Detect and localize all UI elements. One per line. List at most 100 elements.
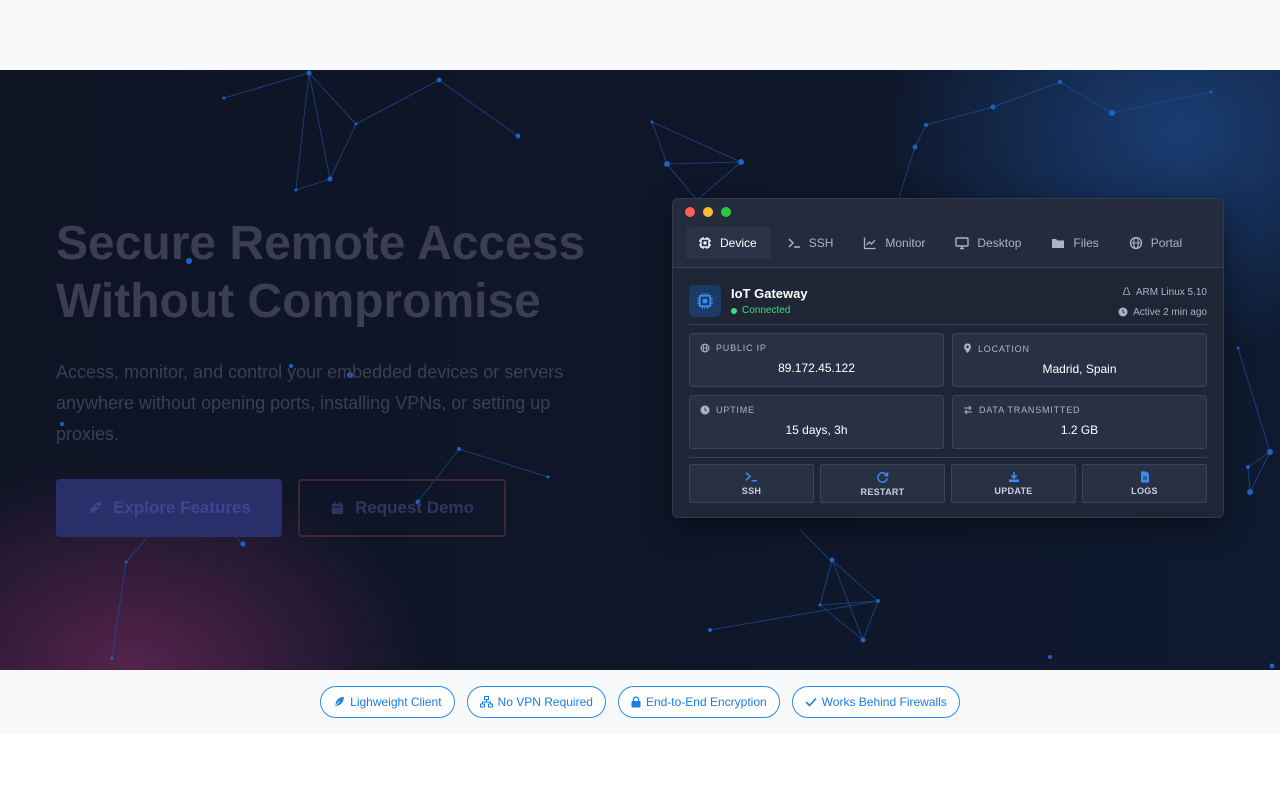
globe-icon [700, 343, 710, 353]
feature-pill-label: No VPN Required [497, 695, 593, 709]
tab-monitor-label: Monitor [885, 236, 926, 250]
action-buttons: SSH RESTART UPDATE LOGS [689, 464, 1207, 503]
action-label: UPDATE [994, 486, 1033, 496]
stat-label: PUBLIC IP [716, 343, 767, 353]
stat-public-ip: PUBLIC IP 89.172.45.122 [689, 333, 944, 387]
explore-features-button[interactable]: Explore Features [56, 479, 282, 537]
feature-pill-lightweight: Lighweight Client [320, 686, 455, 718]
tab-ssh[interactable]: SSH [775, 227, 848, 259]
transfer-icon [964, 405, 972, 415]
divider [689, 457, 1207, 458]
stat-label: LOCATION [978, 343, 1030, 354]
stats-grid: PUBLIC IP 89.172.45.122 LOCATION Madrid,… [689, 333, 1207, 449]
ssh-action-button[interactable]: SSH [689, 464, 814, 503]
feature-pills: Lighweight Client No VPN Required End-to… [0, 670, 1280, 734]
terminal-icon [788, 238, 800, 248]
feature-pill-label: End-to-End Encryption [645, 695, 767, 709]
request-demo-label: Request Demo [354, 498, 475, 517]
last-active: Active 2 min ago [1118, 305, 1207, 319]
feature-pill-label: Works Behind Firewalls [821, 695, 947, 709]
chart-icon [864, 237, 876, 250]
restart-icon [877, 471, 889, 483]
stat-uptime: UPTIME 15 days, 3h [689, 395, 944, 449]
stat-data-transmitted: DATA TRANSMITTED 1.2 GB [952, 395, 1207, 449]
stat-uptime-label-row: UPTIME [700, 405, 933, 415]
tab-device[interactable]: Device [686, 227, 771, 259]
folder-icon [1052, 239, 1065, 248]
stat-label: DATA TRANSMITTED [979, 405, 1081, 415]
stat-public-ip-label-row: PUBLIC IP [700, 343, 933, 353]
stat-value: Madrid, Spain [1042, 362, 1117, 376]
maximize-dot[interactable] [721, 207, 731, 217]
window-body: IoT Gateway Connected ARM Linux 5.10 Act… [673, 268, 1223, 503]
file-icon [1140, 471, 1149, 483]
device-name: IoT Gateway [731, 286, 808, 301]
hero-section: Secure Remote Access Without Compromise … [0, 70, 1280, 670]
stat-location-label-row: LOCATION [963, 343, 1196, 354]
logs-action-button[interactable]: LOGS [1082, 464, 1207, 503]
device-window: Device SSH Monitor Desktop Files Portal … [672, 198, 1224, 518]
stat-location: LOCATION Madrid, Spain [952, 333, 1207, 387]
desktop-icon [955, 237, 970, 250]
update-action-button[interactable]: UPDATE [951, 464, 1076, 503]
terminal-icon [745, 472, 758, 482]
stat-label: UPTIME [716, 405, 755, 415]
chip-icon [699, 237, 711, 249]
stat-value: 1.2 GB [1060, 423, 1099, 437]
feather-icon [334, 697, 345, 707]
hero-title: Secure Remote Access Without Compromise [56, 215, 616, 331]
status-badge: Connected [731, 305, 808, 316]
request-demo-button[interactable]: Request Demo [298, 479, 506, 537]
tab-portal-label: Portal [1150, 236, 1183, 250]
feature-pill-label: Lighweight Client [350, 695, 442, 709]
calendar-icon [331, 501, 344, 514]
stat-value: 15 days, 3h [785, 423, 848, 437]
status-text: Connected [742, 305, 791, 316]
restart-action-button[interactable]: RESTART [820, 464, 945, 503]
os-text: ARM Linux 5.10 [1135, 286, 1207, 298]
globe-icon [1129, 236, 1142, 250]
feature-pill-no-vpn: No VPN Required [466, 686, 606, 718]
action-label: RESTART [860, 486, 905, 497]
device-summary: IoT Gateway Connected ARM Linux 5.10 Act… [689, 285, 1207, 325]
hero-subtitle: Access, monitor, and control your embedd… [56, 362, 564, 444]
status-dot-icon [731, 307, 737, 314]
feature-pill-firewalls: Works Behind Firewalls [791, 686, 960, 718]
rocket-icon [89, 502, 102, 514]
device-identity: IoT Gateway Connected [689, 285, 808, 324]
network-icon [479, 696, 493, 708]
os-info: ARM Linux 5.10 [1118, 285, 1207, 299]
feature-pill-encryption: End-to-End Encryption [617, 686, 780, 718]
tab-files-label: Files [1073, 236, 1099, 250]
device-meta: ARM Linux 5.10 Active 2 min ago [1118, 285, 1207, 324]
hero-text: Secure Remote Access Without Compromise … [56, 215, 616, 450]
tab-ssh-label: SSH [808, 236, 834, 250]
tab-monitor[interactable]: Monitor [851, 227, 939, 259]
clock-icon [1118, 307, 1128, 317]
device-chip-icon [689, 285, 721, 317]
window-tabs: Device SSH Monitor Desktop Files Portal [686, 227, 1196, 259]
minimize-dot[interactable] [703, 207, 713, 217]
action-label: LOGS [1131, 486, 1158, 496]
explore-features-label: Explore Features [113, 498, 251, 517]
tab-device-label: Device [720, 236, 757, 250]
last-active-text: Active 2 min ago [1133, 306, 1207, 318]
tab-desktop-label: Desktop [977, 236, 1022, 250]
linux-icon [1122, 287, 1131, 295]
hero-title-line-2: Without Compromise [56, 275, 541, 328]
tab-desktop[interactable]: Desktop [943, 227, 1035, 259]
check-icon [805, 697, 817, 707]
tab-files[interactable]: Files [1039, 227, 1112, 259]
map-pin-icon [964, 343, 971, 354]
cta-row: Explore Features Request Demo [56, 479, 506, 537]
action-label: SSH [741, 486, 762, 496]
stat-data-transmitted-label-row: DATA TRANSMITTED [963, 405, 1196, 415]
stat-value: 89.172.45.122 [778, 361, 855, 375]
window-header: Device SSH Monitor Desktop Files Portal [673, 199, 1223, 268]
clock-icon [700, 405, 710, 415]
lock-icon [631, 696, 641, 708]
window-controls [685, 207, 731, 217]
download-icon [1008, 472, 1019, 482]
tab-portal[interactable]: Portal [1117, 227, 1196, 259]
close-dot[interactable] [685, 207, 695, 217]
